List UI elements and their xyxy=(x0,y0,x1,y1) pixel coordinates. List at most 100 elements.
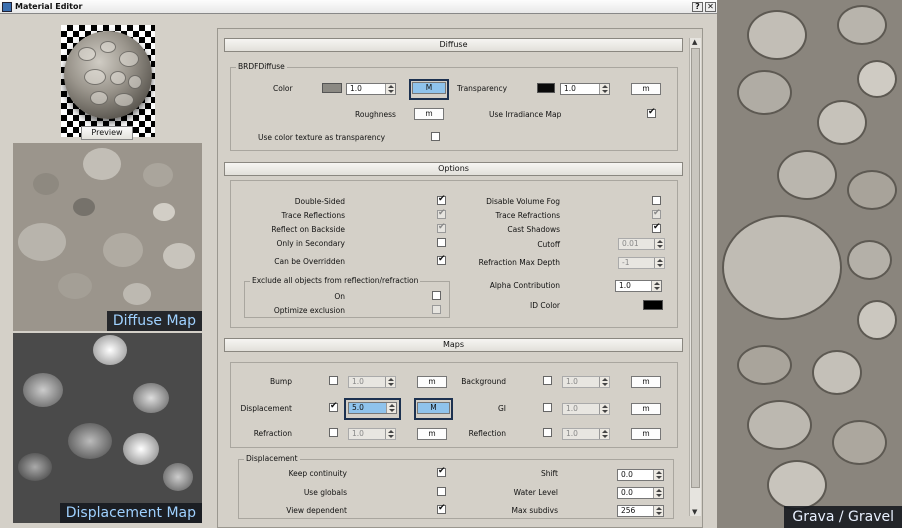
reflection-spinner[interactable]: 1.0 xyxy=(562,428,610,440)
optimize-exclusion-label: Optimize exclusion xyxy=(273,306,345,315)
keep-continuity-label: Keep continuity xyxy=(288,469,347,478)
roughness-map-button[interactable]: m xyxy=(414,108,444,120)
gravel-texture-image: Grava / Gravel xyxy=(717,0,902,528)
roughness-label: Roughness xyxy=(355,110,396,119)
transparency-amount-spinner[interactable]: 1.0 xyxy=(560,83,610,95)
transparency-swatch[interactable] xyxy=(537,83,555,93)
material-preview-sphere xyxy=(61,25,155,137)
irradiance-map-label: Use Irradiance Map xyxy=(489,110,562,119)
disable-volume-fog-checkbox[interactable] xyxy=(652,196,661,205)
shift-label: Shift xyxy=(540,469,558,478)
exclude-on-checkbox[interactable] xyxy=(432,291,441,300)
max-subdivs-spinner[interactable]: 256 xyxy=(617,505,664,517)
panel-scrollbar[interactable]: ▲ ▼ xyxy=(689,38,701,516)
refraction-spinner[interactable]: 1.0 xyxy=(348,428,396,440)
background-checkbox[interactable] xyxy=(543,376,552,385)
only-secondary-label: Only in Secondary xyxy=(276,239,345,248)
rollout-diffuse[interactable]: Diffuse xyxy=(224,38,683,52)
reflection-map-button[interactable]: m xyxy=(631,428,661,440)
water-level-spinner[interactable]: 0.0 xyxy=(617,487,664,499)
app-icon xyxy=(2,2,12,12)
cast-shadows-checkbox[interactable] xyxy=(652,222,661,233)
title-bar: Material Editor ? ✕ xyxy=(0,0,717,14)
only-secondary-checkbox[interactable] xyxy=(437,238,446,247)
color-amount-spinner[interactable]: 1.0 xyxy=(346,83,396,95)
can-be-overridden-label: Can be Overridden xyxy=(274,257,345,266)
refraction-max-depth-spinner[interactable]: -1 xyxy=(618,257,665,269)
keep-continuity-checkbox[interactable] xyxy=(437,466,446,477)
view-dependent-checkbox[interactable] xyxy=(437,503,446,514)
brdf-diffuse-title: BRDFDiffuse xyxy=(236,62,287,71)
gi-label: GI xyxy=(497,404,506,413)
cutoff-spinner[interactable]: 0.01 xyxy=(618,238,665,250)
displacement-map-button[interactable]: M xyxy=(417,402,450,414)
color-label: Color xyxy=(273,84,293,93)
reflect-backside-label: Reflect on Backside xyxy=(271,225,345,234)
trace-refractions-label: Trace Refractions xyxy=(495,211,561,220)
window-title: Material Editor xyxy=(15,2,83,11)
preview-column: Preview Diffuse Map Displacement Map xyxy=(0,15,216,528)
exclude-objects-title: Exclude all objects from reflection/refr… xyxy=(250,276,421,285)
preview-button[interactable]: Preview xyxy=(81,126,133,140)
gi-checkbox[interactable] xyxy=(543,403,552,412)
displacement-group-title: Displacement xyxy=(244,454,300,463)
scroll-down-icon[interactable]: ▼ xyxy=(692,508,697,516)
displacement-map-label: Displacement Map xyxy=(59,503,202,523)
alpha-contribution-label: Alpha Contribution xyxy=(489,281,560,290)
displacement-map-image: Displacement Map xyxy=(13,333,202,523)
gi-spinner[interactable]: 1.0 xyxy=(562,403,610,415)
shift-spinner[interactable]: 0.0 xyxy=(617,469,664,481)
refraction-checkbox[interactable] xyxy=(329,428,338,437)
displacement-spinner[interactable]: 5.0 xyxy=(348,402,397,414)
trace-reflections-checkbox[interactable] xyxy=(437,208,446,219)
double-sided-label: Double-Sided xyxy=(294,197,345,206)
displacement-checkbox[interactable] xyxy=(329,401,338,412)
scroll-up-icon[interactable]: ▲ xyxy=(692,38,697,46)
cast-shadows-label: Cast Shadows xyxy=(507,225,560,234)
refraction-max-depth-label: Refraction Max Depth xyxy=(478,258,560,267)
transparency-map-button[interactable]: m xyxy=(631,83,661,95)
view-dependent-label: View dependent xyxy=(286,506,347,515)
background-map-button[interactable]: m xyxy=(631,376,661,388)
bump-checkbox[interactable] xyxy=(329,376,338,385)
max-subdivs-label: Max subdivs xyxy=(511,506,558,515)
trace-reflections-label: Trace Reflections xyxy=(281,211,345,220)
rollout-options[interactable]: Options xyxy=(224,162,683,176)
background-spinner[interactable]: 1.0 xyxy=(562,376,610,388)
irradiance-map-checkbox[interactable] xyxy=(647,107,656,118)
color-swatch[interactable] xyxy=(322,83,342,93)
bump-spinner[interactable]: 1.0 xyxy=(348,376,396,388)
use-globals-checkbox[interactable] xyxy=(437,487,446,496)
color-map-button[interactable]: M xyxy=(412,82,446,94)
water-level-label: Water Level xyxy=(513,488,558,497)
trace-refractions-checkbox[interactable] xyxy=(652,208,661,219)
diffuse-map-label: Diffuse Map xyxy=(106,311,202,331)
reflect-backside-checkbox[interactable] xyxy=(437,222,446,233)
exclude-on-label: On xyxy=(334,292,345,301)
use-globals-label: Use globals xyxy=(303,488,347,497)
color-texture-transparency-label: Use color texture as transparency xyxy=(258,133,386,142)
background-label: Background xyxy=(461,377,506,386)
reflection-checkbox[interactable] xyxy=(543,428,552,437)
id-color-swatch[interactable] xyxy=(643,300,663,310)
gi-map-button[interactable]: m xyxy=(631,403,661,415)
cutoff-label: Cutoff xyxy=(537,240,560,249)
disable-volume-fog-label: Disable Volume Fog xyxy=(486,197,560,206)
reflection-label: Reflection xyxy=(468,429,506,438)
bump-map-button[interactable]: m xyxy=(417,376,447,388)
rollout-maps[interactable]: Maps xyxy=(224,338,683,352)
help-button[interactable]: ? xyxy=(692,2,703,12)
bump-label: Bump xyxy=(270,377,292,386)
optimize-exclusion-checkbox[interactable] xyxy=(432,305,441,314)
diffuse-map-image: Diffuse Map xyxy=(13,143,202,331)
close-button[interactable]: ✕ xyxy=(705,2,716,12)
color-texture-transparency-checkbox[interactable] xyxy=(431,132,440,141)
transparency-label: Transparency xyxy=(457,84,508,93)
alpha-contribution-spinner[interactable]: 1.0 xyxy=(615,280,662,292)
refraction-map-button[interactable]: m xyxy=(417,428,447,440)
gravel-label: Grava / Gravel xyxy=(784,506,902,528)
id-color-label: ID Color xyxy=(530,301,560,310)
scrollbar-thumb[interactable] xyxy=(691,48,700,488)
displacement-label: Displacement xyxy=(240,404,292,413)
double-sided-checkbox[interactable] xyxy=(437,194,446,205)
